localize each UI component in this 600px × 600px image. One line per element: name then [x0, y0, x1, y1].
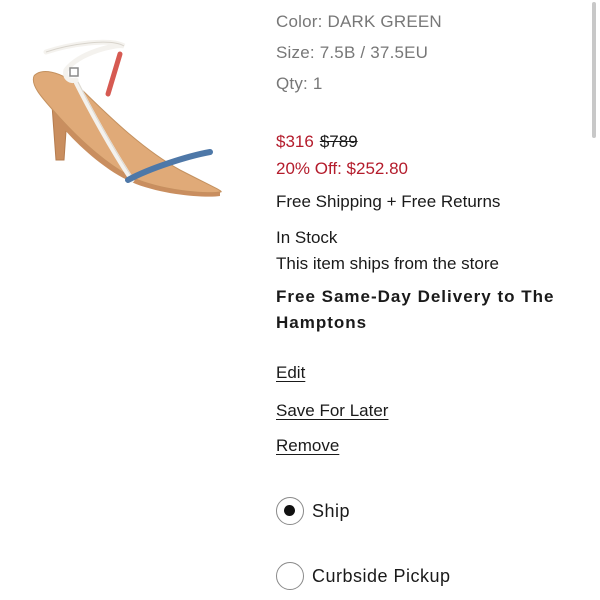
sandal-red-strap — [105, 51, 123, 97]
curbside-pickup-label: Curbside Pickup — [312, 565, 451, 586]
remove-link[interactable]: Remove — [276, 436, 339, 456]
edit-link[interactable]: Edit — [276, 363, 305, 383]
ship-option[interactable]: Ship — [276, 497, 350, 525]
sandal-buckle — [69, 67, 79, 77]
curbside-pickup-radio[interactable] — [276, 562, 304, 590]
ship-option-label: Ship — [312, 500, 351, 521]
product-image[interactable] — [20, 30, 240, 210]
ship-radio[interactable] — [276, 497, 304, 525]
scrollbar[interactable] — [586, 0, 600, 600]
price-row: $316 $789 — [276, 132, 358, 152]
item-size: Size: 7.5B / 37.5EU — [276, 43, 429, 62]
stock-status: In Stock — [276, 228, 338, 247]
cart-item-page: Color: DARK GREEN Size: 7.5B / 37.5EU Qt… — [0, 0, 600, 600]
curbside-pickup-option[interactable]: Curbside Pickup — [276, 562, 451, 590]
same-day-delivery: Free Same-Day Delivery to The Hamptons — [276, 287, 555, 332]
item-color: Color: DARK GREEN — [276, 12, 442, 31]
item-quantity: Qty: 1 — [276, 74, 323, 93]
scrollbar-thumb[interactable] — [592, 2, 596, 138]
discount-price: 20% Off: $252.80 — [276, 159, 409, 178]
save-for-later-link[interactable]: Save For Later — [276, 401, 388, 421]
original-price: $789 — [319, 132, 358, 151]
ships-from-store: This item ships from the store — [276, 254, 499, 273]
sale-price: $316 — [276, 132, 314, 151]
shipping-returns: Free Shipping + Free Returns — [276, 192, 501, 211]
